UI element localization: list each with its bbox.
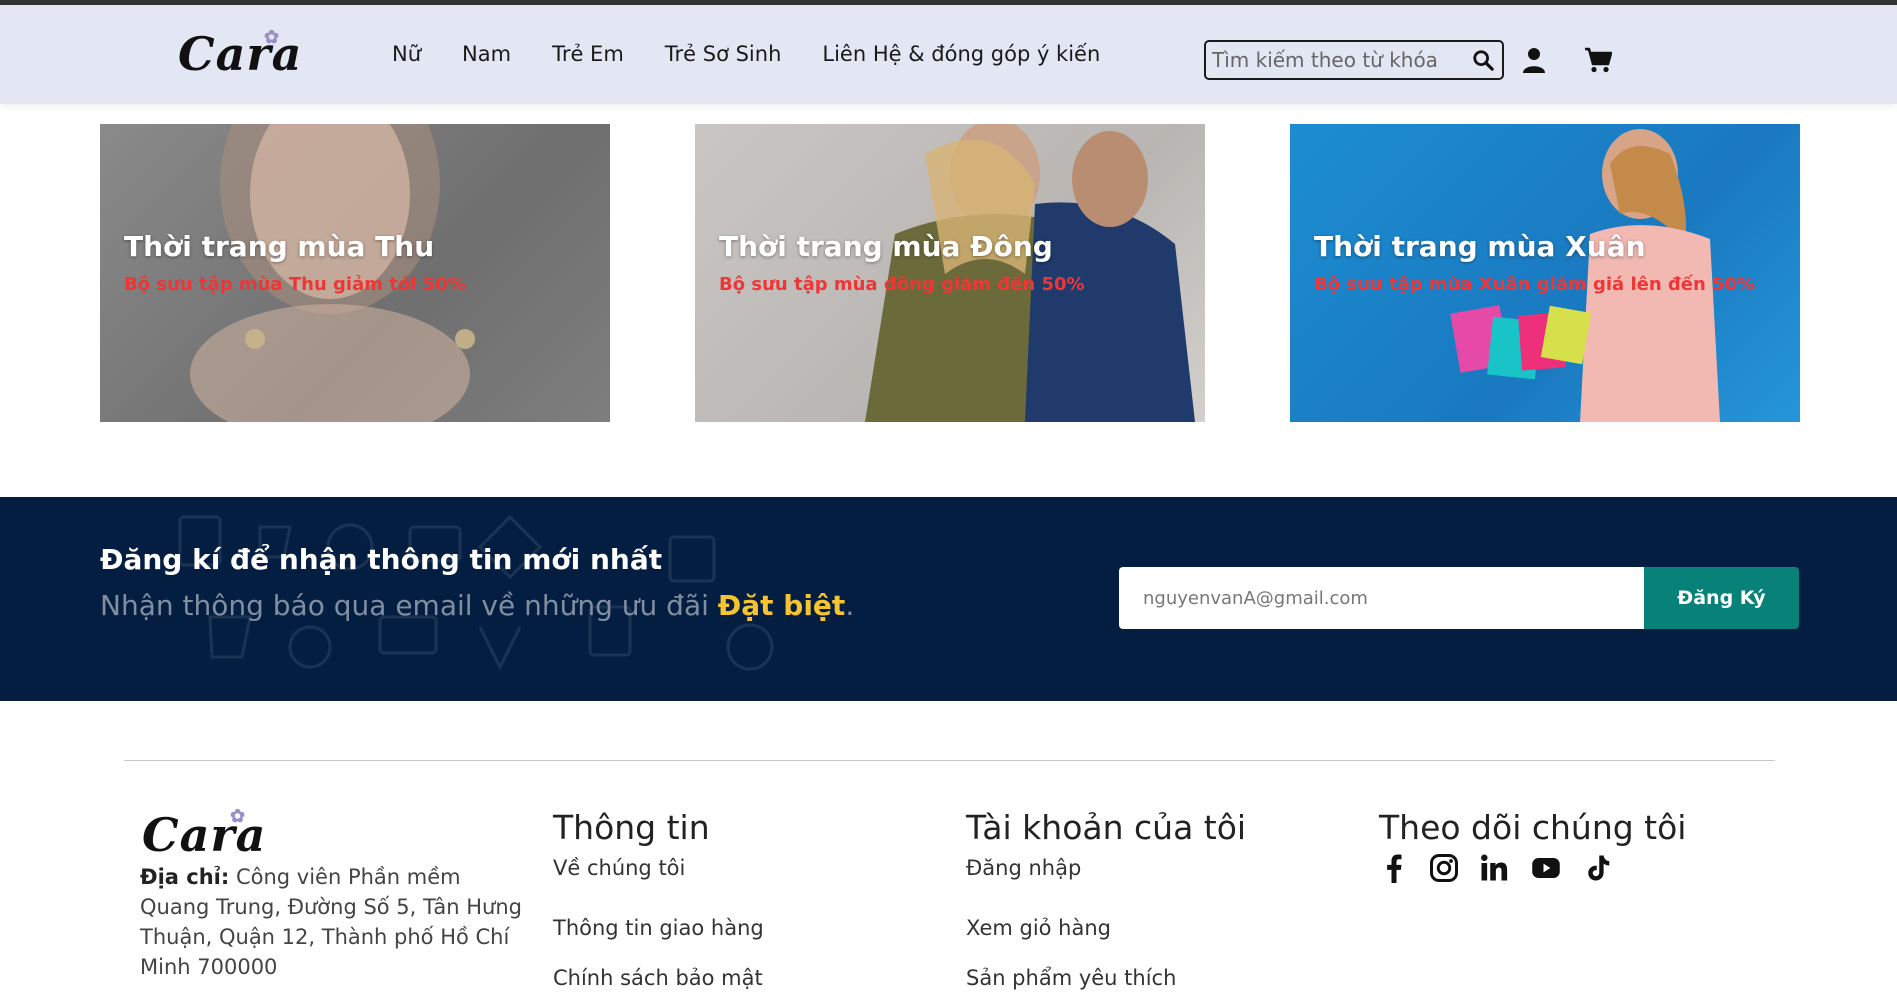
youtube-icon[interactable] (1529, 853, 1563, 883)
facebook-icon[interactable] (1379, 853, 1409, 883)
brand-logo-text: Cara (178, 27, 303, 81)
banner-subtitle: Bộ sưu tập mùa Thu giảm tới 50% (124, 274, 466, 295)
lavender-sprig-icon: ✿ (264, 27, 281, 48)
footer-link-privacy[interactable]: Chính sách bảo mật (553, 953, 764, 996)
nav-item-baby[interactable]: Trẻ Sơ Sinh (665, 42, 782, 66)
footer-info-title: Thông tin (553, 808, 710, 847)
banner-title: Thời trang mùa Xuân (1314, 230, 1646, 263)
footer-social-title: Theo dõi chúng tôi (1379, 808, 1687, 847)
banner-subtitle: Bộ sưu tập mùa đông giảm đến 50% (719, 274, 1085, 295)
footer-info-column: Thông tin Về chúng tôi Thông tin giao hà… (553, 808, 764, 996)
banner-spring-image (1450, 129, 1720, 422)
user-icon[interactable] (1522, 47, 1546, 73)
nav-item-women[interactable]: Nữ (392, 42, 421, 66)
footer-divider (124, 760, 1775, 761)
site-header: Cara ✿ Nữ Nam Trẻ Em Trẻ Sơ Sinh Liên Hệ… (0, 5, 1897, 104)
newsletter-email-input[interactable] (1119, 567, 1644, 629)
newsletter-section: Đăng kí để nhận thông tin mới nhất Nhận … (0, 497, 1897, 701)
banner-winter-image (865, 124, 1195, 422)
address-label: Địa chỉ: (140, 865, 230, 889)
banner-spring[interactable]: Thời trang mùa Xuân Bộ sưu tập mùa Xuân … (1290, 124, 1800, 422)
newsletter-subtitle-text: Nhận thông báo qua email về những ưu đãi (100, 589, 709, 622)
footer-social-column: Theo dõi chúng tôi (1379, 808, 1686, 883)
search-box (1204, 40, 1504, 80)
footer-link-cart[interactable]: Xem giỏ hàng (966, 903, 1246, 953)
banner-winter[interactable]: Thời trang mùa Đông Bộ sưu tập mùa đông … (695, 124, 1205, 422)
newsletter-subtitle-suffix: . (845, 589, 855, 622)
lavender-sprig-icon: ✿ (230, 806, 247, 827)
banner-title: Thời trang mùa Đông (719, 230, 1053, 263)
banner-autumn[interactable]: Thời trang mùa Thu Bộ sưu tập mùa Thu gi… (100, 124, 610, 422)
search-icon[interactable] (1472, 49, 1494, 71)
cart-icon[interactable] (1584, 47, 1612, 73)
brand-logo[interactable]: Cara ✿ (178, 27, 302, 81)
footer-address: Địa chỉ: Công viên Phần mềm Quang Trung,… (140, 862, 530, 982)
subscribe-button[interactable]: Đăng Ký (1644, 567, 1799, 629)
footer-account-title: Tài khoản của tôi (966, 808, 1247, 847)
search-input[interactable] (1212, 48, 1462, 72)
banner-subtitle: Bộ sưu tập mùa Xuân giảm giá lên đến 50% (1314, 274, 1756, 295)
banner-title: Thời trang mùa Thu (124, 230, 435, 263)
banner-autumn-image (190, 124, 475, 422)
linkedin-icon[interactable] (1479, 853, 1509, 883)
footer-link-login[interactable]: Đăng nhập (966, 853, 1246, 883)
instagram-icon[interactable] (1429, 853, 1459, 883)
nav-item-men[interactable]: Nam (462, 42, 511, 66)
footer-account-column: Tài khoản của tôi Đăng nhập Xem giỏ hàng… (966, 808, 1246, 996)
footer-logo-text: Cara (142, 808, 267, 862)
footer-logo[interactable]: Cara ✿ (142, 806, 267, 862)
tiktok-icon[interactable] (1583, 853, 1613, 883)
nav-item-kids[interactable]: Trẻ Em (552, 42, 624, 66)
footer-link-about[interactable]: Về chúng tôi (553, 853, 764, 883)
nav-item-contact[interactable]: Liên Hệ & đóng góp ý kiến (822, 42, 1100, 66)
newsletter-highlight: Đặt biệt (717, 589, 846, 622)
newsletter-subtitle: Nhận thông báo qua email về những ưu đãi… (100, 589, 854, 622)
newsletter-title: Đăng kí để nhận thông tin mới nhất (100, 543, 663, 576)
main-nav: Nữ Nam Trẻ Em Trẻ Sơ Sinh Liên Hệ & đóng… (392, 42, 1100, 66)
social-links (1379, 853, 1686, 883)
footer-link-wishlist[interactable]: Sản phẩm yêu thích (966, 953, 1246, 996)
footer-link-shipping[interactable]: Thông tin giao hàng (553, 903, 764, 953)
